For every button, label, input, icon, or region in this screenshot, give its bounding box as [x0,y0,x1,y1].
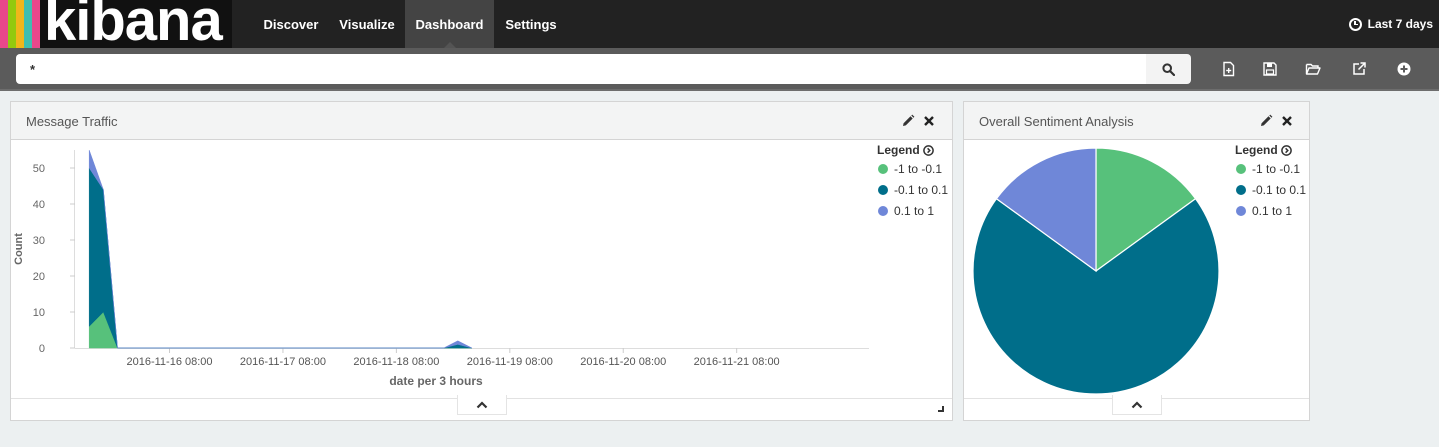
legend: Legend -1 to -0.1 -0.1 to 0.1 0.1 to 1 [1235,142,1306,221]
legend-toggle[interactable]: Legend [877,142,948,158]
timepicker[interactable]: Last 7 days [1348,0,1433,48]
legend-label: 0.1 to 1 [894,203,935,218]
y-tick-label: 0 [39,343,45,355]
legend-dot [1236,184,1246,195]
logo-stripe [16,0,24,48]
panel-title: Overall Sentiment Analysis [979,114,1134,129]
legend-dot [878,184,888,195]
logo-text: kibana [44,0,223,48]
query-bar [0,48,1439,91]
x-tick-label: 2016-11-19 08:00 [467,356,553,368]
legend-item[interactable]: -0.1 to 0.1 [1235,179,1306,200]
tab-label: Settings [505,17,557,32]
clock-icon [1348,17,1362,31]
panel-message-traffic: Message Traffic 0 10 20 30 40 50 2016-11-16 08… [10,101,953,421]
chevron-up-icon [476,400,488,408]
collapse-button[interactable] [457,395,507,415]
top-navbar: kibana Discover Visualize Dashboard Sett… [0,0,1439,48]
legend-label: -0.1 to 0.1 [894,182,949,197]
search-icon [1162,62,1175,76]
legend-item[interactable]: 0.1 to 1 [1235,200,1306,221]
legend-label: -1 to -0.1 [894,161,943,176]
legend-title: Legend [1235,143,1278,157]
sentiment-pie-chart[interactable] [964,140,1229,400]
tab-visualize[interactable]: Visualize [329,0,405,48]
tab-settings[interactable]: Settings [494,0,568,48]
tab-dashboard[interactable]: Dashboard [405,0,494,48]
logo-stripe [32,0,40,48]
panel-sentiment-analysis: Overall Sentiment Analysis Legend -1 to … [963,101,1310,421]
tab-discover[interactable]: Discover [253,0,329,48]
panel-footer [964,395,1309,420]
panel-header: Message Traffic [11,102,952,140]
y-tick-label: 30 [33,235,45,247]
y-tick-label: 40 [33,199,45,211]
y-tick-label: 10 [33,307,45,319]
y-axis-label: Count [13,233,25,265]
open-icon[interactable] [1305,61,1321,77]
legend: Legend -1 to -0.1 -0.1 to 0.1 0.1 to 1 [877,142,948,221]
timepicker-label: Last 7 days [1367,17,1433,31]
panel-title: Message Traffic [26,114,118,129]
x-tick-label: 2016-11-17 08:00 [240,356,326,368]
legend-item[interactable]: -1 to -0.1 [1235,158,1306,179]
close-icon[interactable] [922,114,936,128]
search-button[interactable] [1146,54,1191,84]
legend-dot [1236,163,1246,174]
x-tick-label: 2016-11-21 08:00 [694,356,780,368]
x-tick-label: 2016-11-20 08:00 [580,356,666,368]
collapse-button[interactable] [1112,395,1162,415]
tab-label: Discover [263,17,319,32]
legend-title: Legend [877,143,920,157]
legend-label: 0.1 to 1 [1252,203,1293,218]
panel-footer [11,395,952,420]
resize-handle[interactable] [938,406,944,412]
legend-item[interactable]: -1 to -0.1 [877,158,948,179]
chevron-right-circle-icon [1280,144,1292,156]
logo-stripe [0,0,8,48]
add-panel-icon[interactable] [1396,61,1412,77]
legend-dot [878,205,888,216]
chevron-up-icon [1131,400,1143,408]
legend-dot [1236,205,1246,216]
x-axis-label: date per 3 hours [389,374,483,388]
y-tick-label: 50 [33,163,45,175]
legend-label: -1 to -0.1 [1252,161,1301,176]
logo-stripe [8,0,16,48]
edit-pencil-icon[interactable] [901,114,915,128]
tab-label: Dashboard [415,17,484,32]
share-icon[interactable] [1351,61,1367,77]
x-tick-label: 2016-11-16 08:00 [127,356,213,368]
edit-pencil-icon[interactable] [1259,114,1273,128]
chevron-right-circle-icon [922,144,934,156]
message-traffic-chart[interactable]: 0 10 20 30 40 50 2016-11-16 08:00 2016-11-17 08… [11,140,871,400]
search-input[interactable] [16,54,1146,84]
tab-label: Visualize [339,17,395,32]
kibana-logo[interactable]: kibana [0,0,232,48]
save-icon[interactable] [1262,61,1278,77]
legend-dot [878,163,888,174]
new-dashboard-icon[interactable] [1221,61,1237,77]
legend-item[interactable]: 0.1 to 1 [877,200,948,221]
legend-toggle[interactable]: Legend [1235,142,1306,158]
close-icon[interactable] [1280,114,1294,128]
legend-label: -0.1 to 0.1 [1252,182,1307,197]
logo-stripe [24,0,32,48]
y-tick-label: 20 [33,271,45,283]
x-tick-label: 2016-11-18 08:00 [353,356,439,368]
legend-item[interactable]: -0.1 to 0.1 [877,179,948,200]
panel-header: Overall Sentiment Analysis [964,102,1309,140]
